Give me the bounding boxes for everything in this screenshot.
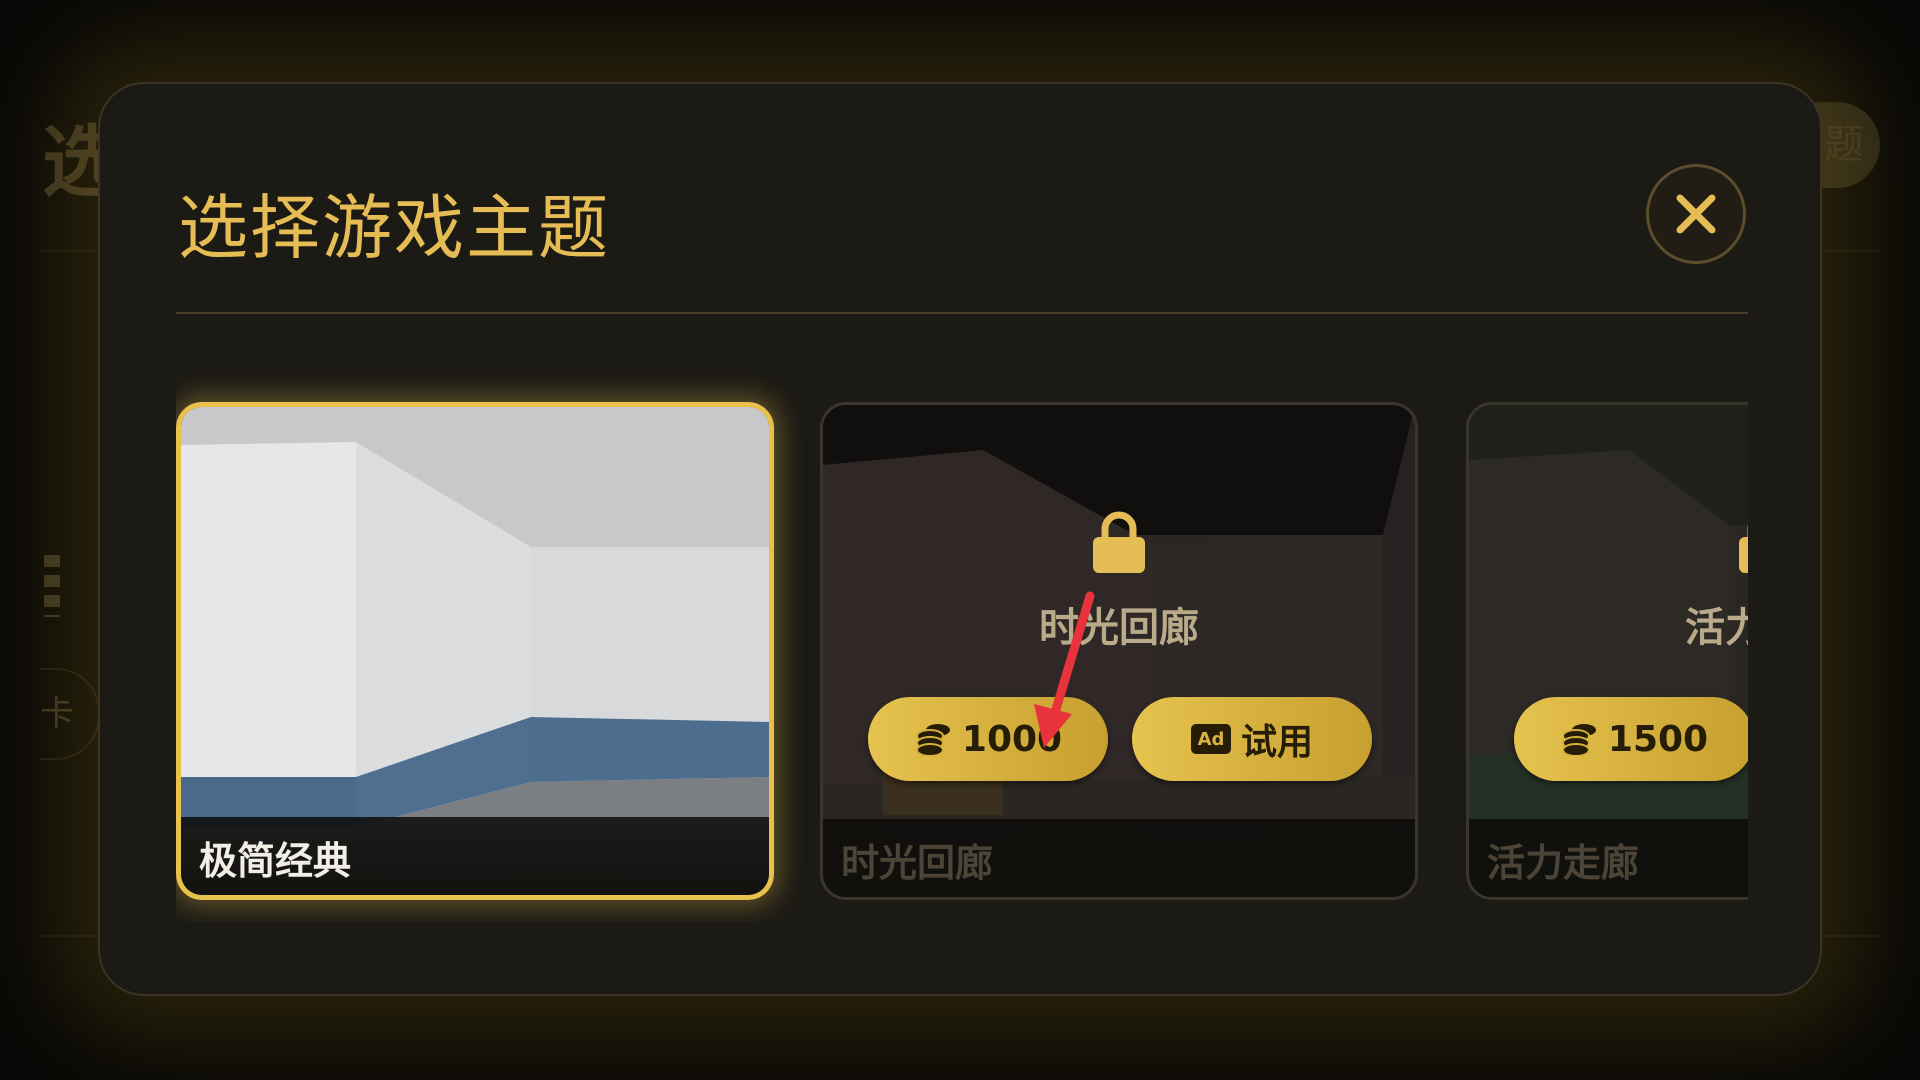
lock-icon [1093, 511, 1145, 573]
theme-carousel[interactable]: 极简经典 时光回廊 1000 Ad 试用 时光回廊 活 1500 活力走廊 [176, 362, 1748, 922]
theme-name: 活力走廊 [1487, 841, 1640, 885]
ad-icon: Ad [1190, 724, 1231, 754]
theme-select-modal: 选择游戏主题 极简经典 时光回廊 1000 Ad 试用 时光回廊 活 1500 … [98, 82, 1822, 996]
theme-name-bar: 极简经典 [181, 817, 769, 895]
lock-icon [1739, 524, 1748, 573]
theme-card-time-corridor[interactable]: 时光回廊 1000 Ad 试用 时光回廊 [820, 402, 1418, 900]
trial-label: 试用 [1240, 722, 1313, 763]
close-button[interactable] [1646, 164, 1746, 264]
buy-with-coins-button[interactable]: 1500 [1514, 697, 1748, 781]
coin-stack-icon [1561, 724, 1596, 756]
title-divider [176, 312, 1748, 314]
theme-name: 时光回廊 [841, 841, 994, 885]
theme-card-vitality-corridor[interactable]: 活力走廊 1500 活力走廊 [1466, 402, 1748, 900]
locked-theme-title: 活力走廊 [1685, 605, 1748, 651]
modal-title: 选择游戏主题 [178, 187, 610, 269]
watch-ad-trial-button[interactable]: Ad 试用 [1132, 697, 1372, 781]
annotation-arrow [1034, 591, 1095, 748]
coin-price: 1500 [1607, 718, 1709, 760]
coin-stack-icon [915, 724, 950, 756]
theme-card-minimal-classic[interactable]: 极简经典 [176, 402, 774, 900]
background-level-icon [44, 555, 60, 617]
background-side-pill: 卡 [40, 668, 100, 760]
close-icon [1676, 194, 1716, 234]
theme-name: 极简经典 [199, 839, 352, 883]
theme-name-bar: 时光回廊 [823, 819, 1415, 897]
theme-name-bar: 活力走廊 [1469, 819, 1748, 897]
